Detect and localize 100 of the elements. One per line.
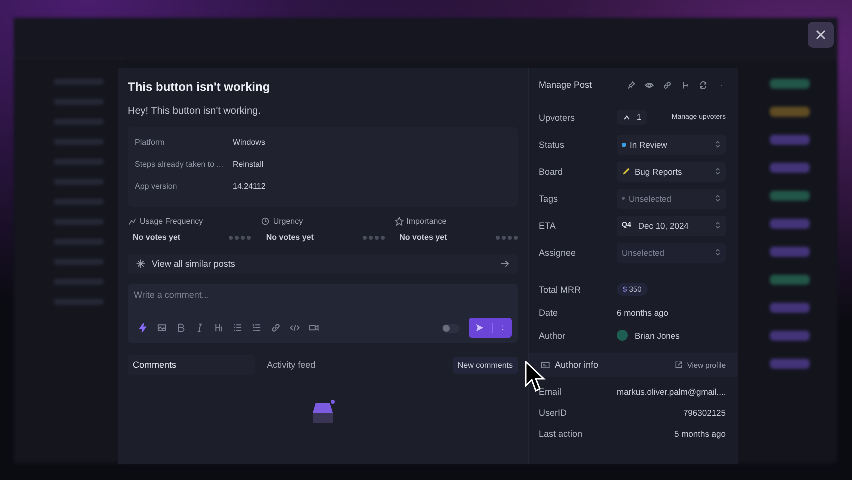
- tab[interactable]: Activity feed: [263, 357, 320, 373]
- property-label: Status: [539, 140, 566, 150]
- eye-icon[interactable]: [645, 80, 654, 90]
- info-value: 796302125: [683, 408, 726, 418]
- rating-dot[interactable]: [235, 236, 240, 240]
- detail-label: Author: [539, 330, 567, 340]
- property-label: Assignee: [539, 248, 578, 258]
- pencil-icon: [622, 167, 631, 176]
- blurred-tag: [770, 359, 810, 369]
- blurred-tag: [770, 247, 810, 257]
- blurred-tag: [770, 303, 810, 313]
- heading-icon[interactable]: [214, 323, 224, 333]
- field-label: Platform: [135, 138, 166, 146]
- tag-dot-icon: [622, 197, 625, 200]
- property-select[interactable]: In Review: [617, 134, 726, 154]
- more-icon: [500, 323, 506, 333]
- property-select[interactable]: Unselected: [617, 242, 726, 262]
- detail-label: Total MRR: [539, 284, 582, 294]
- author-name[interactable]: Brian Jones: [635, 330, 680, 340]
- rating-dot[interactable]: [502, 236, 506, 240]
- rating-dot[interactable]: [247, 236, 252, 240]
- toggle-switch[interactable]: [442, 324, 460, 332]
- rating-dot[interactable]: [496, 236, 500, 240]
- property-label: Tags: [539, 194, 560, 204]
- chevron-updown-icon: [715, 221, 721, 230]
- field-value: Reinstall: [233, 160, 264, 168]
- code-icon[interactable]: [290, 323, 300, 333]
- chevron-updown-icon: [715, 167, 721, 176]
- rating-value: No votes yet: [133, 233, 181, 242]
- chart-icon: [128, 217, 137, 226]
- image-icon[interactable]: [157, 323, 167, 333]
- rating-label: Importance: [406, 217, 447, 226]
- external-link-icon: [675, 361, 684, 369]
- similar-posts-link[interactable]: View all similar posts: [128, 254, 518, 274]
- tab[interactable]: Comments: [128, 355, 256, 375]
- upvote-button[interactable]: 1: [617, 110, 648, 125]
- bold-icon[interactable]: [176, 323, 186, 333]
- info-value: 5 months ago: [674, 428, 726, 438]
- rating-value: No votes yet: [400, 233, 448, 242]
- panel-title: Manage Post: [539, 80, 592, 90]
- author-info-title: Author info: [555, 360, 599, 370]
- arrow-right-icon: [500, 259, 510, 269]
- star-icon: [394, 217, 404, 226]
- chevron-updown-icon: [715, 194, 721, 203]
- rating-label: Usage Frequency: [140, 217, 204, 226]
- blurred-tag: [770, 275, 810, 285]
- new-comments-button[interactable]: New comments: [452, 356, 518, 374]
- blurred-tag: [770, 191, 810, 201]
- close-icon: [815, 29, 827, 41]
- post-body: Hey! This button isn't working.: [128, 106, 262, 117]
- detail-label: Date: [539, 308, 560, 318]
- link-icon[interactable]: [663, 80, 672, 90]
- chevron-updown-icon: [715, 248, 721, 257]
- chevron-updown-icon: [715, 140, 721, 149]
- info-label: UserID: [539, 408, 568, 418]
- info-label: Email: [539, 386, 563, 396]
- italic-icon[interactable]: [195, 323, 205, 333]
- close-button[interactable]: [808, 22, 834, 48]
- video-icon[interactable]: [309, 323, 319, 333]
- field-value: 14.24112: [233, 182, 266, 190]
- numbered-list-icon[interactable]: [252, 323, 262, 333]
- lightning-icon[interactable]: [138, 323, 148, 333]
- info-value: markus.oliver.palm@gmail....: [617, 386, 726, 396]
- chevron-up-icon: [623, 114, 631, 122]
- blurred-tag: [770, 331, 810, 341]
- rating-dot[interactable]: [508, 236, 512, 240]
- field-label: App version: [135, 182, 178, 190]
- rating-dot[interactable]: [380, 236, 385, 240]
- field-label: Steps already taken to ...: [135, 160, 224, 168]
- pin-icon[interactable]: [627, 80, 636, 90]
- field-value: Windows: [233, 138, 266, 146]
- rating-dot[interactable]: [362, 236, 367, 240]
- rating-label: Urgency: [273, 217, 304, 226]
- property-label: Board: [539, 166, 564, 176]
- id-card-icon: [541, 360, 550, 370]
- comment-field[interactable]: Write a comment...: [134, 290, 334, 300]
- blurred-tag: [770, 219, 810, 229]
- rating-dot[interactable]: [368, 236, 373, 240]
- blurred-tag: [770, 107, 810, 117]
- post-title: This button isn't working: [128, 80, 272, 94]
- refresh-icon[interactable]: [699, 80, 708, 90]
- send-button[interactable]: [469, 318, 512, 338]
- property-select[interactable]: Unselected: [617, 188, 726, 208]
- info-label: Last action: [539, 428, 584, 438]
- blurred-tag: [770, 79, 810, 89]
- bullet-list-icon[interactable]: [233, 323, 243, 333]
- property-select[interactable]: Bug Reports: [617, 162, 726, 182]
- rating-value: No votes yet: [266, 233, 314, 242]
- rating-dot[interactable]: [374, 236, 379, 240]
- avatar-icon: [617, 330, 628, 341]
- clock-icon: [261, 217, 270, 226]
- sparkle-icon: [136, 259, 146, 269]
- property-label: ETA: [539, 220, 557, 230]
- rating-dot[interactable]: [514, 236, 518, 240]
- rating-dot[interactable]: [241, 236, 246, 240]
- branch-icon[interactable]: [681, 80, 690, 90]
- detail-value: 6 months ago: [617, 308, 669, 318]
- rating-dot[interactable]: [229, 236, 234, 240]
- property-label: Upvoters: [539, 112, 576, 122]
- link-icon[interactable]: [271, 323, 281, 333]
